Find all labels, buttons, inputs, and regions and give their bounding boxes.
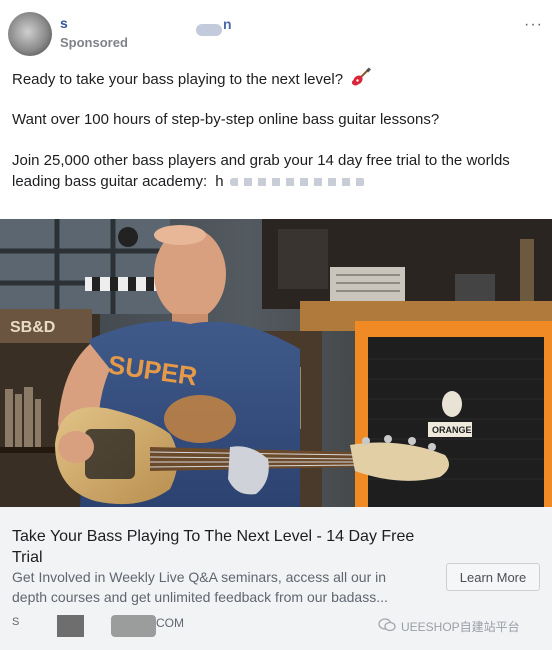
- domain-redaction-1: [57, 615, 84, 637]
- post-url-redaction: [229, 178, 365, 187]
- page-name[interactable]: s: [60, 15, 69, 31]
- more-options-button[interactable]: ···: [524, 16, 543, 34]
- sign-text: SB&D: [10, 319, 55, 336]
- post-text-1: Ready to take your bass playing to the n…: [12, 70, 344, 88]
- link-domain-start: S: [12, 616, 20, 628]
- post-text-line-2: Want over 100 hours of step-by-step onli…: [12, 111, 440, 128]
- learn-more-button[interactable]: Learn More: [446, 563, 540, 591]
- sponsored-post: s n Sponsored ··· Ready to take your bas…: [0, 0, 552, 650]
- watermark-text: UEESHOP自建站平台: [401, 620, 520, 634]
- link-description[interactable]: Get Involved in Weekly Live Q&A seminars…: [12, 567, 422, 607]
- link-domain-end: COM: [156, 616, 184, 630]
- post-text-line-1: Ready to take your bass playing to the n…: [12, 67, 532, 93]
- ad-image[interactable]: SB&D ORANGE SUPER: [0, 219, 552, 507]
- page-name-redaction: [196, 24, 222, 36]
- sponsored-label[interactable]: Sponsored: [60, 35, 128, 50]
- amp-brand: ORANGE: [432, 425, 472, 435]
- post-text-line-3: Join 25,000 other bass players and grab …: [12, 152, 510, 169]
- wechat-icon: [378, 618, 396, 635]
- post-text-line-4: leading bass guitar academy: h: [12, 171, 532, 192]
- page-avatar[interactable]: [8, 12, 52, 56]
- domain-redaction-2: [111, 615, 156, 637]
- guitar-icon: [351, 67, 372, 93]
- page-name-end[interactable]: n: [223, 16, 232, 32]
- post-text-4: leading bass guitar academy:: [12, 173, 208, 190]
- post-url-start[interactable]: h: [215, 173, 223, 190]
- bass-player-photo: SB&D ORANGE SUPER: [0, 219, 552, 507]
- watermark: UEESHOP自建站平台: [378, 618, 520, 635]
- link-title[interactable]: Take Your Bass Playing To The Next Level…: [12, 526, 442, 568]
